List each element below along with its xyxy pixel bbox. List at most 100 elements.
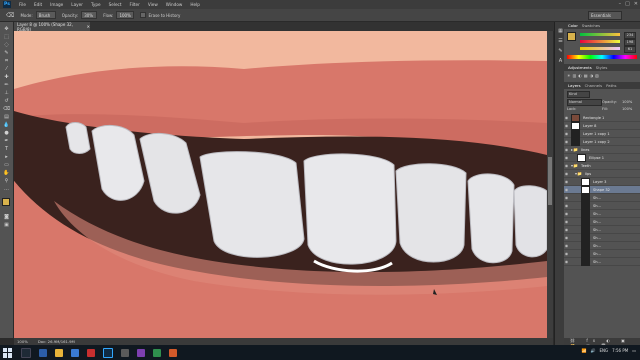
gradient-tool-icon[interactable]: ▤ — [3, 114, 10, 120]
layer-row[interactable]: ◉ Sh... — [564, 209, 640, 218]
maximize-icon[interactable]: □ — [625, 1, 630, 7]
vertical-scrollbar[interactable] — [547, 31, 553, 339]
opacity-field[interactable]: 30% — [81, 11, 98, 19]
language-indicator[interactable]: ENG — [599, 348, 608, 353]
layer-opacity-value[interactable]: 100% — [622, 100, 632, 104]
blue-slider[interactable] — [580, 47, 620, 50]
close-icon[interactable]: ✕ — [634, 1, 638, 7]
menu-select[interactable]: Select — [109, 2, 122, 7]
layer-row[interactable]: ◉ Sh... — [564, 241, 640, 250]
layer-group-row[interactable]: ◉ ▸📁 lines — [564, 146, 640, 154]
layer-row-selected[interactable]: ◉ Shape 32 — [564, 185, 640, 194]
visibility-eye-icon[interactable]: ◉ — [564, 195, 569, 200]
lasso-tool-icon[interactable]: ◌ — [3, 42, 10, 48]
visibility-eye-icon[interactable]: ◉ — [564, 187, 569, 192]
menu-image[interactable]: Image — [50, 2, 63, 7]
visibility-eye-icon[interactable]: ◉ — [564, 203, 569, 208]
layer-row[interactable]: ◉ Sh... — [564, 193, 640, 202]
notifications-icon[interactable]: ▭ — [632, 348, 636, 353]
type-tool-icon[interactable]: T — [3, 146, 10, 152]
visibility-eye-icon[interactable]: ◉ — [564, 115, 569, 120]
store-icon[interactable] — [71, 348, 79, 357]
brush-tool-icon[interactable]: ✏ — [3, 82, 10, 88]
mode-select[interactable]: Brush — [35, 11, 56, 19]
visibility-eye-icon[interactable]: ◉ — [564, 219, 569, 224]
foreground-color-swatch[interactable] — [567, 32, 576, 41]
visibility-eye-icon[interactable]: ◉ — [564, 139, 569, 144]
brush-panel-icon[interactable]: ✎ — [557, 48, 564, 54]
green-slider[interactable] — [580, 40, 620, 43]
eraser-tool-icon[interactable]: ⌫ — [3, 106, 10, 112]
zoom-level[interactable]: 100% — [17, 339, 28, 344]
adjustment-icons[interactable]: ☀▥◐▦◑▧ — [567, 73, 637, 78]
history-brush-tool-icon[interactable]: ↺ — [3, 98, 10, 104]
move-tool-icon[interactable]: ✥ — [3, 26, 10, 32]
tab-swatches[interactable]: Swatches — [582, 23, 600, 28]
color-ramp[interactable] — [567, 55, 637, 59]
visibility-eye-icon[interactable]: ◉ — [564, 147, 569, 152]
tab-styles[interactable]: Styles — [596, 65, 608, 70]
menu-edit[interactable]: Edit — [34, 2, 42, 7]
more-tools-icon[interactable]: … — [3, 186, 10, 192]
visibility-eye-icon[interactable]: ◉ — [564, 251, 569, 256]
clock[interactable]: 7:56 PM — [612, 348, 628, 353]
network-icon[interactable]: 📶 — [582, 348, 587, 353]
visibility-eye-icon[interactable]: ◉ — [564, 171, 569, 176]
layers-panel-footer-icons[interactable]: ⛓ fx ◐ ▣ 📁 ⊞ 🗑 — [564, 338, 640, 348]
quick-select-tool-icon[interactable]: ✎ — [3, 50, 10, 56]
character-panel-icon[interactable]: A — [557, 58, 564, 64]
tab-channels[interactable]: Channels — [585, 83, 603, 88]
app-icon[interactable] — [169, 348, 177, 357]
dodge-tool-icon[interactable]: ● — [3, 130, 10, 136]
scrollbar-thumb[interactable] — [548, 157, 552, 205]
visibility-eye-icon[interactable]: ◉ — [564, 259, 569, 264]
layer-row[interactable]: ◉ Sh... — [564, 201, 640, 210]
app-icon[interactable] — [137, 348, 145, 357]
visibility-eye-icon[interactable]: ◉ — [564, 179, 569, 184]
layer-row[interactable]: ◉ Sh... — [564, 217, 640, 226]
menu-filter[interactable]: Filter — [129, 2, 139, 7]
fill-value[interactable]: 100% — [622, 107, 632, 111]
visibility-eye-icon[interactable]: ◉ — [564, 211, 569, 216]
minimize-icon[interactable]: – — [619, 1, 622, 7]
tab-layers[interactable]: Layers — [568, 83, 581, 88]
menu-file[interactable]: File — [19, 2, 26, 7]
history-panel-icon[interactable]: ▦ — [557, 28, 564, 34]
visibility-eye-icon[interactable]: ◉ — [564, 243, 569, 248]
flow-field[interactable]: 100% — [116, 11, 135, 19]
quick-mask-icon[interactable]: ◙ — [3, 214, 10, 220]
visibility-eye-icon[interactable]: ◉ — [564, 131, 569, 136]
tab-color[interactable]: Color — [568, 23, 578, 28]
layer-row[interactable]: ◉ Layer 1 copy 2 — [564, 137, 640, 146]
menu-help[interactable]: Help — [190, 2, 200, 7]
blend-mode-select[interactable]: Normal — [567, 99, 602, 106]
zoom-tool-icon[interactable]: ⚲ — [3, 178, 10, 184]
pen-tool-icon[interactable]: ✒ — [3, 138, 10, 144]
eraser-tool-icon[interactable]: ⌫ — [6, 12, 14, 19]
visibility-eye-icon[interactable]: ◉ — [564, 155, 569, 160]
file-explorer-icon[interactable] — [55, 348, 63, 357]
visibility-eye-icon[interactable]: ◉ — [564, 123, 569, 128]
layer-row[interactable]: ◉ Sh... — [564, 233, 640, 242]
green-value[interactable]: 198 — [624, 39, 636, 46]
layer-kind-filter[interactable]: Kind — [567, 91, 590, 98]
shape-tool-icon[interactable]: ▭ — [3, 162, 10, 168]
hand-tool-icon[interactable]: ✋ — [3, 170, 10, 176]
menu-window[interactable]: Window — [166, 2, 183, 7]
crop-tool-icon[interactable]: ⌗ — [3, 58, 10, 64]
erase-history-checkbox[interactable] — [140, 12, 147, 18]
photoshop-taskbar-icon[interactable] — [103, 347, 113, 358]
media-player-icon[interactable] — [87, 348, 95, 357]
visibility-eye-icon[interactable]: ◉ — [564, 227, 569, 232]
layer-row[interactable]: ◉ Sh... — [564, 257, 640, 266]
app-icon[interactable] — [121, 348, 129, 357]
tab-paths[interactable]: Paths — [606, 83, 616, 88]
healing-tool-icon[interactable]: ✚ — [3, 74, 10, 80]
close-tab-icon[interactable]: ✕ — [87, 24, 90, 29]
visibility-eye-icon[interactable]: ◉ — [564, 235, 569, 240]
document-canvas[interactable] — [14, 31, 547, 339]
foreground-color-swatch[interactable] — [2, 198, 10, 206]
app-icon[interactable] — [153, 348, 161, 357]
layer-group-row[interactable]: ◉ ▾📁 lips — [564, 170, 640, 178]
volume-icon[interactable]: 🔊 — [590, 348, 595, 353]
